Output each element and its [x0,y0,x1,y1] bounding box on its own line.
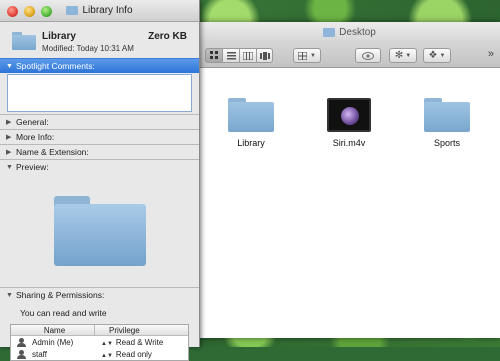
action-button[interactable]: ✻ ▼ [389,48,417,63]
info-titlebar[interactable]: Library Info [0,0,199,22]
user-icon [17,337,26,347]
quick-look-button[interactable] [355,48,381,63]
icon-view-button[interactable] [205,48,222,63]
user-name: Admin (Me) [32,337,74,347]
section-more-info[interactable]: ▶ More Info: [0,129,199,144]
dropbox-icon: ❖ [428,50,438,61]
chevron-down-icon: ▼ [405,52,412,59]
section-name-extension[interactable]: ▶ Name & Extension: [0,144,199,159]
coverflow-view-button[interactable] [256,48,273,63]
disclosure-open-icon: ▼ [6,291,13,299]
permissions-summary: You can read and write [20,308,107,318]
finder-window: Desktop ▼ ✻ ▼ ❖ ▼ » Library Siri.m4v Spo… [199,22,500,338]
privilege-value: Read only [115,349,152,359]
item-label: Library [237,138,265,148]
item-name: Library [42,31,76,42]
disclosure-open-icon: ▼ [6,62,13,70]
columns-icon [243,51,253,60]
eye-icon [362,51,374,60]
user-name: staff [32,349,47,359]
grid-icon [209,51,218,59]
disclosure-closed-icon: ▶ [6,134,12,141]
privilege-popup[interactable]: ▲▼ Read only [95,350,152,359]
folder-preview-icon [53,195,146,266]
toolbar-overflow-button[interactable]: » [488,48,494,60]
group-icon [17,349,26,359]
finder-content: Library Siri.m4v Sports [199,68,500,338]
arrange-grid-icon [298,51,308,60]
section-sharing-permissions[interactable]: ▼ Sharing & Permissions: [0,287,199,302]
info-header: Library Zero KB Modified: Today 10:31 AM [0,22,199,58]
disclosure-open-icon: ▼ [6,163,13,171]
desktop-item-sports[interactable]: Sports [407,98,487,148]
privilege-popup[interactable]: ▲▼ Read & Write [95,338,163,347]
minimize-button[interactable] [24,6,35,17]
disclosure-closed-icon: ▶ [6,149,12,156]
folder-icon [424,98,470,132]
disclosure-closed-icon: ▶ [6,119,12,126]
privilege-value: Read & Write [115,337,164,347]
item-label: Siri.m4v [332,138,366,148]
desktop-item-library[interactable]: Library [211,98,291,148]
info-title: Library Info [82,5,133,16]
folder-icon [12,32,36,50]
table-header: Name Privilege [11,325,188,336]
info-window: Library Info Library Zero KB Modified: T… [0,0,200,361]
column-header-name[interactable]: Name [11,325,95,335]
column-header-privilege[interactable]: Privilege [95,325,140,335]
section-general[interactable]: ▶ General: [0,114,199,129]
finder-toolbar: ▼ ✻ ▼ ❖ ▼ » [199,42,500,68]
chevron-down-icon: ▼ [310,52,316,59]
movie-icon [327,98,371,132]
spotlight-comments-field[interactable] [7,74,192,112]
item-size: Zero KB [148,31,187,42]
dropbox-button[interactable]: ❖ ▼ [423,48,451,63]
folder-icon [66,6,79,15]
section-label: More Info: [16,132,55,142]
desktop-item-siri-movie[interactable]: Siri.m4v [309,98,389,148]
section-spotlight-comments[interactable]: ▼ Spotlight Comments: [0,58,199,73]
column-view-button[interactable] [239,48,256,63]
permissions-table: Name Privilege Admin (Me) ▲▼ Read & Write… [10,324,189,361]
chevron-down-icon: ▼ [439,52,446,59]
list-icon [226,51,236,59]
section-label: Name & Extension: [16,147,89,157]
table-row[interactable]: Admin (Me) ▲▼ Read & Write [11,336,188,348]
zoom-button[interactable] [41,6,52,17]
section-label: Preview: [16,162,49,172]
finder-titlebar[interactable]: Desktop [199,22,500,42]
table-row[interactable]: staff ▲▼ Read only [11,348,188,360]
close-button[interactable] [7,6,18,17]
item-modified: Modified: Today 10:31 AM [42,44,134,53]
updown-arrows-icon: ▲▼ [101,352,113,359]
finder-title: Desktop [339,26,376,38]
item-label: Sports [433,138,460,148]
arrange-button[interactable]: ▼ [293,48,321,63]
section-label: General: [16,117,49,127]
section-preview[interactable]: ▼ Preview: [0,159,199,174]
section-label: Sharing & Permissions: [16,290,105,300]
preview-area [0,174,199,287]
gear-icon: ✻ [394,50,404,61]
section-label: Spotlight Comments: [16,61,95,71]
folder-icon [228,98,274,132]
folder-icon [323,27,336,37]
updown-arrows-icon: ▲▼ [101,340,113,347]
list-view-button[interactable] [222,48,239,63]
coverflow-icon [259,51,270,60]
